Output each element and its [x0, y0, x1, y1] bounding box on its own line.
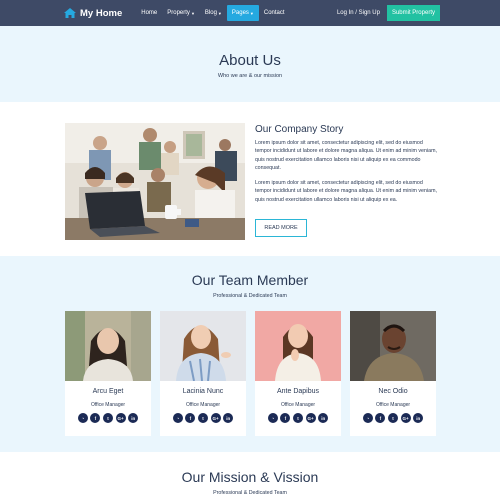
team-card[interactable]: Nec Odio Office Manager ◔ f t G+ in [350, 311, 436, 436]
mission-subtitle: Professional & Dedicated Team [213, 490, 287, 496]
member-role: Office Manager [280, 402, 316, 408]
rss-icon[interactable]: ◔ [77, 413, 88, 423]
story-heading: Our Company Story [255, 124, 344, 135]
facebook-icon[interactable]: f [185, 413, 196, 423]
facebook-icon[interactable]: f [280, 413, 291, 423]
member-photo [255, 311, 341, 381]
facebook-icon[interactable]: f [375, 413, 386, 423]
google-plus-icon[interactable]: G+ [400, 413, 411, 423]
mission-section: Our Mission & Vission Professional & Ded… [0, 452, 500, 500]
member-name: Nec Odio [378, 388, 408, 395]
twitter-icon[interactable]: t [103, 413, 113, 423]
member-photo [350, 311, 436, 381]
rss-icon[interactable]: ◔ [362, 413, 373, 423]
home-icon [64, 8, 76, 18]
company-story-section: Our Company Story Lorem ipsum dolor sit … [0, 102, 500, 256]
member-photo [65, 311, 151, 381]
menu-label: Contact [263, 10, 285, 16]
member-role: Office Manager [90, 402, 126, 408]
page-title: About Us [219, 52, 281, 69]
twitter-icon[interactable]: t [198, 413, 208, 423]
menu-item-pages[interactable]: Pages ▼ [226, 5, 259, 21]
caret-down-icon: ▼ [217, 10, 222, 16]
caret-down-icon: ▼ [249, 10, 254, 16]
google-plus-icon[interactable]: G+ [210, 413, 221, 423]
top-navbar: My Home Home Property ▼ Blog ▼ Pages ▼ Cont… [0, 0, 500, 26]
rss-icon[interactable]: ◔ [172, 413, 183, 423]
linkedin-icon[interactable]: in [413, 413, 424, 423]
team-card[interactable]: Ante Dapibus Office Manager ◔ f t G+ in [255, 311, 341, 436]
story-paragraph: Lorem ipsum dolor sit amet, consectetur … [255, 140, 437, 172]
submit-property-button[interactable]: Submit Property [386, 5, 440, 21]
social-links: ◔ f t G+ in [255, 413, 341, 423]
twitter-icon[interactable]: t [388, 413, 398, 423]
social-links: ◔ f t G+ in [160, 413, 246, 423]
member-name: Ante Dapibus [276, 388, 320, 395]
brand-logo[interactable]: My Home [64, 8, 122, 19]
main-menu: Home Property ▼ Blog ▼ Pages ▼ Contact [136, 5, 289, 21]
member-photo [160, 311, 246, 381]
member-name: Lacinia Nunc [182, 388, 224, 395]
nav-actions: Log In / Sign Up Submit Property [337, 5, 440, 21]
menu-item-home[interactable]: Home [136, 5, 162, 21]
menu-label: Property [167, 10, 190, 16]
member-role: Office Manager [185, 402, 221, 408]
linkedin-icon[interactable]: in [128, 413, 139, 423]
team-title: Our Team Member [191, 272, 309, 288]
google-plus-icon[interactable]: G+ [115, 413, 126, 423]
mission-title: Our Mission & Vission [181, 469, 319, 485]
linkedin-icon[interactable]: in [223, 413, 234, 423]
story-paragraph: Lorem ipsum dolor sit amet, consectetur … [255, 180, 437, 203]
menu-item-property[interactable]: Property ▼ [162, 5, 200, 21]
login-signup-link[interactable]: Log In / Sign Up [337, 10, 380, 16]
team-section: Our Team Member Professional & Dedicated… [0, 256, 500, 452]
caret-down-icon: ▼ [190, 10, 195, 16]
menu-item-contact[interactable]: Contact [259, 5, 290, 21]
social-links: ◔ f t G+ in [350, 413, 436, 423]
team-card[interactable]: Arcu Eget Office Manager ◔ f t G+ in [65, 311, 151, 436]
social-links: ◔ f t G+ in [65, 413, 151, 423]
menu-label: Pages [231, 10, 249, 16]
read-more-button[interactable]: READ MORE [255, 219, 307, 237]
member-role: Office Manager [375, 402, 411, 408]
twitter-icon[interactable]: t [293, 413, 303, 423]
team-meeting-photo [65, 123, 245, 240]
team-card[interactable]: Lacinia Nunc Office Manager ◔ f t G+ in [160, 311, 246, 436]
member-name: Arcu Eget [92, 388, 124, 395]
menu-label: Blog [204, 10, 217, 16]
menu-item-blog[interactable]: Blog ▼ [200, 5, 227, 21]
page-subtitle: Who we are & our mission [217, 73, 283, 79]
page-hero: About Us Who we are & our mission [0, 26, 500, 102]
facebook-icon[interactable]: f [90, 413, 101, 423]
team-subtitle: Professional & Dedicated Team [213, 293, 287, 299]
menu-label: Home [141, 10, 158, 16]
google-plus-icon[interactable]: G+ [305, 413, 316, 423]
linkedin-icon[interactable]: in [318, 413, 329, 423]
brand-name: My Home [80, 7, 123, 19]
rss-icon[interactable]: ◔ [267, 413, 278, 423]
